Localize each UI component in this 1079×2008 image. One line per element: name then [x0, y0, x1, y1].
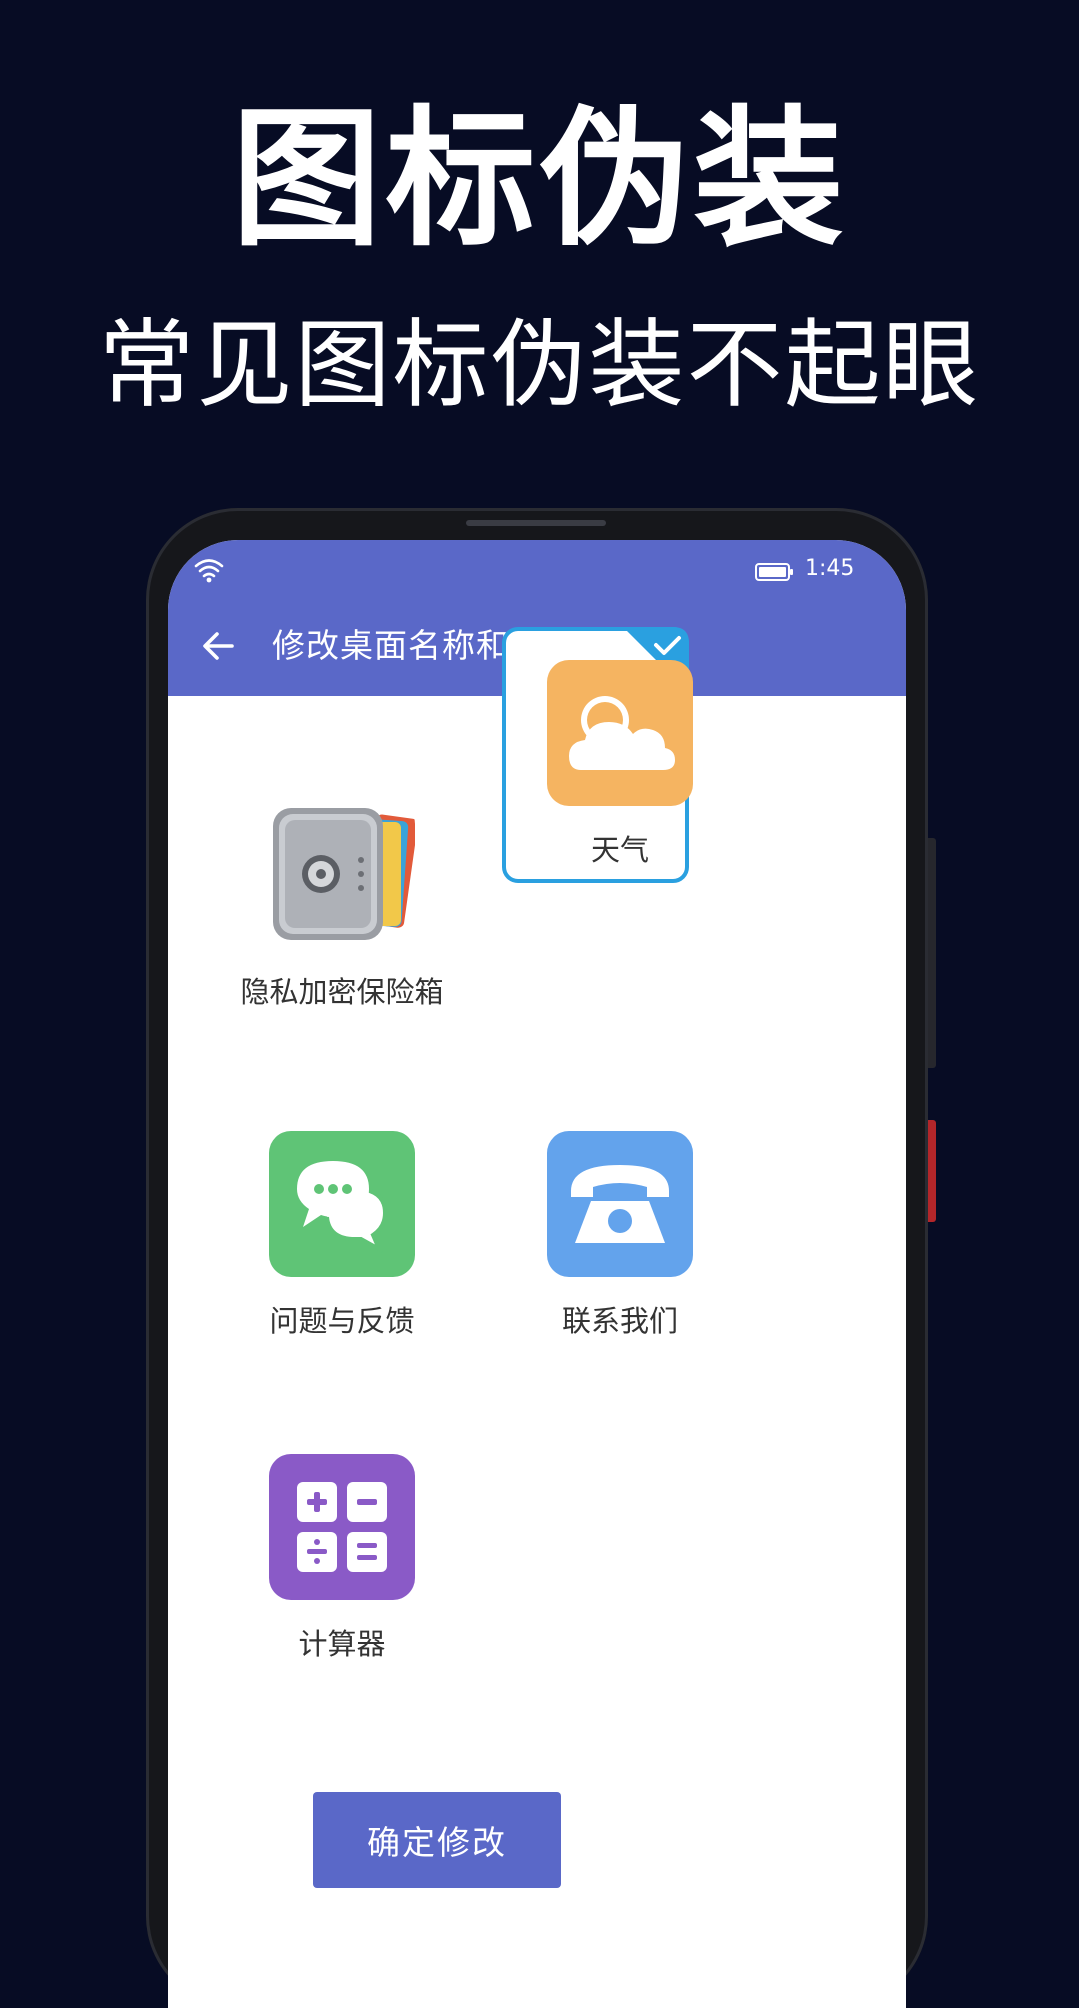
- back-arrow-icon[interactable]: [198, 626, 238, 666]
- phone-frame: 1:45 修改桌面名称和图标 隐私加密保险箱 天气 问题与反馈 联系我们 计算器…: [146, 508, 936, 2008]
- icon-option-label: 计算器: [298, 1627, 386, 1661]
- phone-volume-button: [928, 1120, 936, 1222]
- battery-icon: [755, 563, 793, 581]
- icon-option-feedback[interactable]: 问题与反馈: [192, 1131, 492, 1351]
- confirm-button[interactable]: 确定修改: [313, 1792, 561, 1888]
- phone-earpiece: [466, 520, 606, 526]
- wifi-icon: [194, 559, 224, 583]
- icon-option-calculator[interactable]: 计算器: [192, 1454, 492, 1674]
- telephone-icon: [547, 1131, 693, 1277]
- safe-vault-icon: [269, 802, 415, 948]
- weather-cloud-icon: [547, 660, 693, 806]
- icon-option-weather[interactable]: 天气: [470, 660, 770, 880]
- chat-bubbles-icon: [269, 1131, 415, 1277]
- promo-headline: 图标伪装: [231, 93, 848, 267]
- status-time: 1:45: [805, 556, 855, 581]
- icon-option-label: 天气: [590, 833, 649, 867]
- phone-power-button: [928, 838, 936, 1068]
- icon-option-label: 隐私加密保险箱: [240, 975, 444, 1009]
- icon-option-label: 问题与反馈: [269, 1304, 415, 1338]
- icon-option-label: 联系我们: [561, 1304, 678, 1338]
- phone-screen: 1:45 修改桌面名称和图标 隐私加密保险箱 天气 问题与反馈 联系我们 计算器…: [168, 540, 906, 2008]
- icon-option-vault[interactable]: 隐私加密保险箱: [192, 802, 492, 1022]
- calculator-icon: [269, 1454, 415, 1600]
- promo-subline: 常见图标伪装不起眼: [98, 309, 981, 421]
- status-bar: 1:45: [168, 540, 906, 600]
- icon-option-contact[interactable]: 联系我们: [470, 1131, 770, 1351]
